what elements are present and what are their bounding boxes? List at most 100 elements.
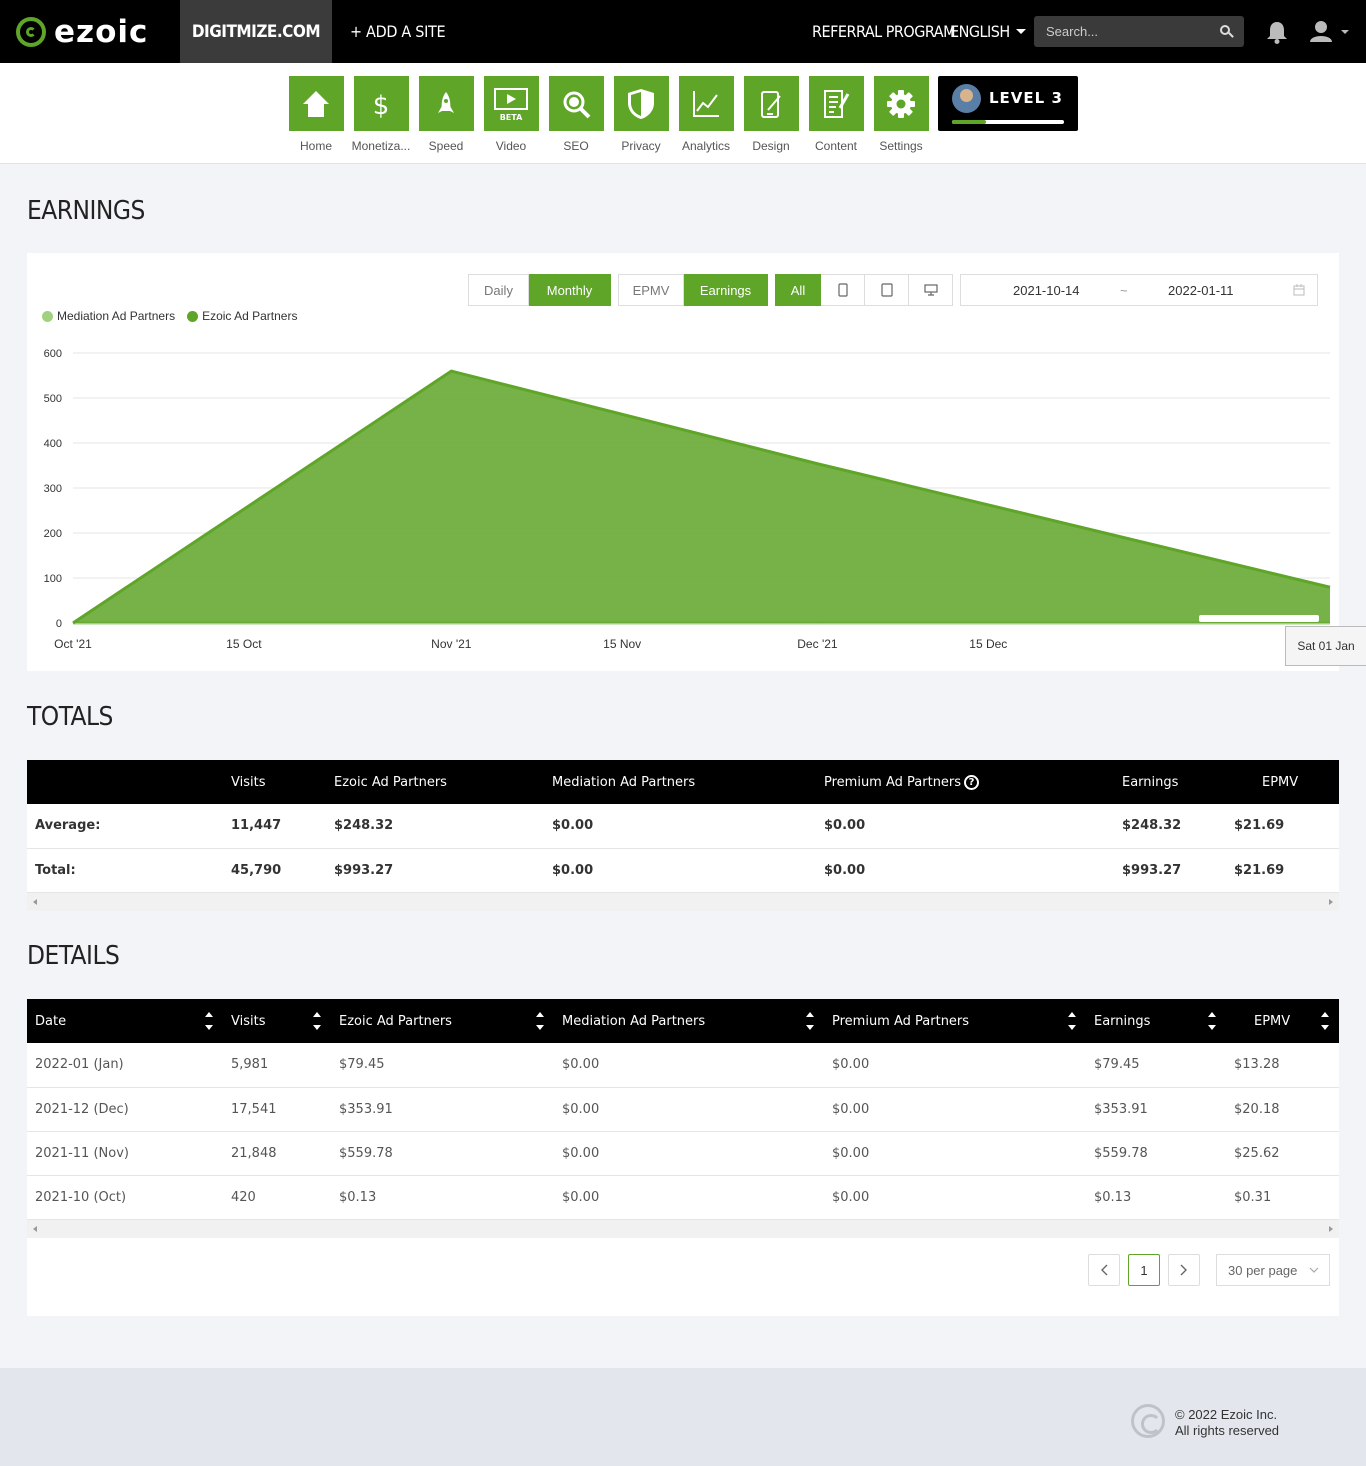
sortable-header-ezoic[interactable]: Ezoic Ad Partners xyxy=(331,999,554,1043)
sort-icon[interactable] xyxy=(205,1012,213,1030)
table-cell: 11,447 xyxy=(223,804,326,849)
search-icon[interactable] xyxy=(1220,25,1230,35)
y-tick-label: 200 xyxy=(44,528,62,540)
table-cell: $0.31 xyxy=(1226,1175,1339,1220)
nav-content[interactable]: Content xyxy=(808,76,864,153)
totals-title: TOTALS xyxy=(27,702,113,732)
nav-label: Speed xyxy=(428,139,464,153)
user-menu-icon[interactable] xyxy=(1310,20,1350,44)
add-site-link[interactable]: + ADD A SITE xyxy=(350,0,446,63)
language-dropdown[interactable]: ENGLISH xyxy=(950,0,1026,63)
details-table: Date Visits Ezoic Ad Partners Mediation … xyxy=(27,999,1339,1220)
footer-text: © 2022 Ezoic Inc. All rights reserved xyxy=(1175,1407,1279,1439)
table-row: 2021-12 (Dec) 17,541 $353.91 $0.00 $0.00… xyxy=(27,1087,1339,1132)
totals-header: Ezoic Ad Partners xyxy=(326,760,544,804)
nav-label: Analytics xyxy=(681,139,731,153)
bell-icon[interactable] xyxy=(1266,20,1288,44)
nav-label: Privacy xyxy=(621,139,661,153)
page-button-current[interactable]: 1 xyxy=(1128,1254,1160,1286)
totals-header: Earnings xyxy=(1114,760,1226,804)
date-range-picker[interactable]: 2021-10-14 ~ 2022-01-11 xyxy=(960,274,1318,306)
scroll-left-icon[interactable] xyxy=(33,1225,37,1232)
nav-video-tile: BETA xyxy=(483,76,539,131)
sort-icon[interactable] xyxy=(1068,1012,1076,1030)
level-label: LEVEL 3 xyxy=(989,89,1063,107)
sort-icon[interactable] xyxy=(1208,1012,1216,1030)
rocket-icon xyxy=(438,91,454,113)
totals-header: Premium Ad Partners xyxy=(824,774,962,790)
nav-analytics[interactable]: Analytics xyxy=(678,76,734,153)
y-tick-label: 400 xyxy=(44,438,62,450)
help-icon[interactable]: ? xyxy=(964,774,980,790)
sortable-header-epmv[interactable]: EPMV xyxy=(1226,999,1339,1043)
prev-page-button[interactable] xyxy=(1088,1254,1120,1286)
referral-program-link[interactable]: REFERRAL PROGRAM xyxy=(812,0,956,63)
sortable-header-visits[interactable]: Visits xyxy=(223,999,331,1043)
earnings-button[interactable]: Earnings xyxy=(684,274,768,306)
table-cell: $353.91 xyxy=(331,1087,554,1132)
table-cell: Total: xyxy=(27,848,223,893)
sortable-header-mediation[interactable]: Mediation Ad Partners xyxy=(554,999,824,1043)
nav-privacy[interactable]: Privacy xyxy=(613,76,669,153)
table-cell: $0.00 xyxy=(824,1131,1086,1176)
header-label: Visits xyxy=(231,1013,266,1029)
site-selector[interactable]: DIGITMIZE.COM xyxy=(180,0,332,63)
next-page-button[interactable] xyxy=(1168,1254,1200,1286)
legend-item-ezoic[interactable]: Ezoic Ad Partners xyxy=(187,309,297,323)
search-box xyxy=(1034,16,1244,47)
nav-video[interactable]: BETA Video xyxy=(483,76,539,153)
device-toggle: All xyxy=(775,274,953,306)
legend-label: Ezoic Ad Partners xyxy=(202,309,298,323)
table-cell: $21.69 xyxy=(1226,804,1339,849)
per-page-select[interactable]: 30 per page xyxy=(1216,1254,1330,1286)
document-icon xyxy=(824,89,850,118)
epmv-button[interactable]: EPMV xyxy=(618,274,684,306)
sortable-header-earnings[interactable]: Earnings xyxy=(1086,999,1226,1043)
ezoic-logo[interactable]: ezoic xyxy=(16,14,148,50)
search-input[interactable] xyxy=(1034,16,1204,47)
sort-icon[interactable] xyxy=(1321,1012,1329,1030)
sort-icon[interactable] xyxy=(536,1012,544,1030)
table-cell: $25.62 xyxy=(1226,1131,1339,1176)
sort-icon[interactable] xyxy=(806,1012,814,1030)
tablet-icon xyxy=(880,283,893,297)
table-cell: $0.00 xyxy=(816,848,1114,893)
scroll-right-icon[interactable] xyxy=(1329,1225,1333,1232)
nav-label: Video xyxy=(495,139,527,153)
nav-settings-tile xyxy=(873,76,929,131)
nav-settings[interactable]: Settings xyxy=(873,76,929,153)
device-mobile-button[interactable] xyxy=(821,274,865,306)
table-cell: 17,541 xyxy=(223,1087,331,1132)
nav-design[interactable]: Design xyxy=(743,76,799,153)
nav-monetization[interactable]: $ Monetiza... xyxy=(352,76,410,153)
daily-button[interactable]: Daily xyxy=(468,274,529,306)
nav-speed[interactable]: Speed xyxy=(418,76,474,153)
horizontal-scrollbar[interactable] xyxy=(27,1219,1339,1238)
device-all-button[interactable]: All xyxy=(775,274,821,306)
table-row: Average: 11,447 $248.32 $0.00 $0.00 $248… xyxy=(27,804,1339,849)
legend-item-mediation[interactable]: Mediation Ad Partners xyxy=(42,309,175,323)
table-cell: 420 xyxy=(223,1175,331,1220)
table-cell: $559.78 xyxy=(1086,1131,1226,1176)
date-from: 2021-10-14 xyxy=(1013,282,1080,298)
sort-icon[interactable] xyxy=(313,1012,321,1030)
sortable-header-date[interactable]: Date xyxy=(27,999,223,1043)
scroll-right-icon[interactable] xyxy=(1329,898,1333,905)
horizontal-scrollbar[interactable] xyxy=(27,892,1339,911)
device-desktop-button[interactable] xyxy=(909,274,953,306)
per-page-label: 30 per page xyxy=(1228,1262,1298,1278)
device-tablet-button[interactable] xyxy=(865,274,909,306)
level-badge[interactable]: LEVEL 3 xyxy=(938,76,1078,131)
chart-highlight-marker xyxy=(1199,615,1319,622)
table-cell: $20.18 xyxy=(1226,1087,1339,1132)
nav-label: Design xyxy=(752,139,790,153)
metric-toggle: EPMV Earnings xyxy=(618,274,768,306)
sortable-header-premium[interactable]: Premium Ad Partners xyxy=(824,999,1086,1043)
nav-seo[interactable]: SEO xyxy=(548,76,604,153)
table-cell: $559.78 xyxy=(331,1131,554,1176)
monthly-button[interactable]: Monthly xyxy=(529,274,611,306)
scroll-left-icon[interactable] xyxy=(33,898,37,905)
mobile-icon xyxy=(837,283,848,297)
nav-design-tile xyxy=(743,76,799,131)
nav-home[interactable]: Home xyxy=(288,76,344,153)
